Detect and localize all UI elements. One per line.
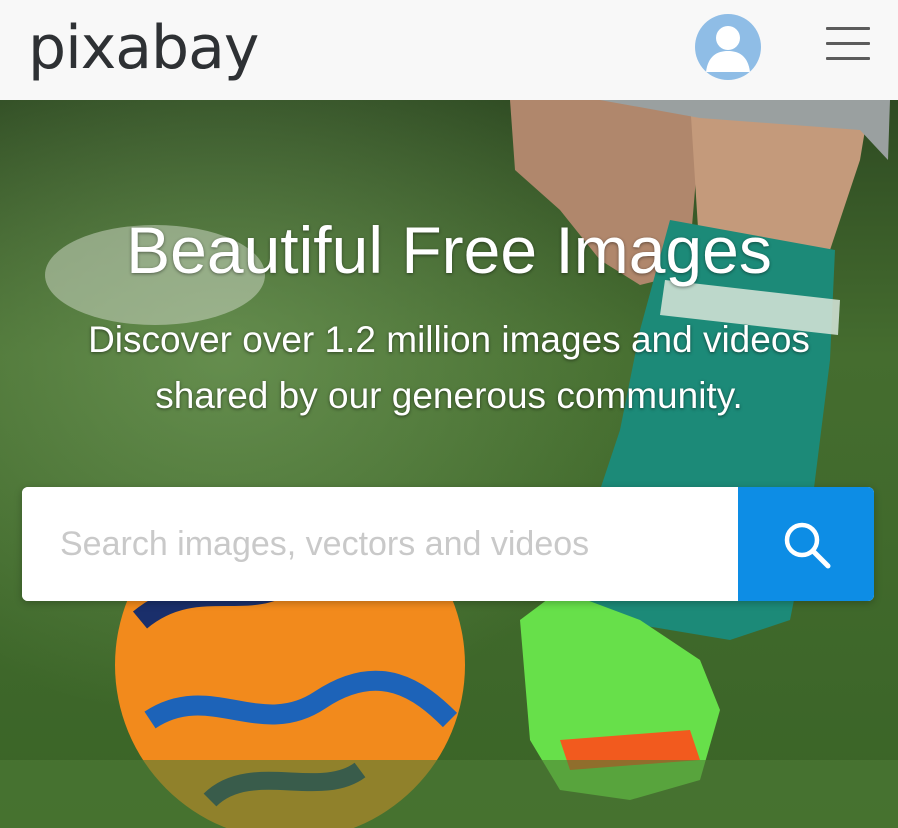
search-icon — [784, 522, 831, 569]
user-avatar-icon[interactable] — [695, 14, 761, 80]
search-bar — [22, 487, 874, 601]
hero-subtitle: Discover over 1.2 million images and vid… — [88, 319, 810, 416]
pixabay-logo[interactable]: pixabay — [28, 8, 259, 88]
search-button[interactable] — [738, 487, 874, 601]
hero-section: Beautiful Free Images Discover over 1.2 … — [0, 100, 898, 828]
search-input[interactable] — [22, 487, 738, 601]
hero-title: Beautiful Free Images — [126, 213, 772, 287]
hamburger-menu-icon[interactable] — [826, 27, 870, 67]
top-header: pixabay — [0, 0, 898, 100]
